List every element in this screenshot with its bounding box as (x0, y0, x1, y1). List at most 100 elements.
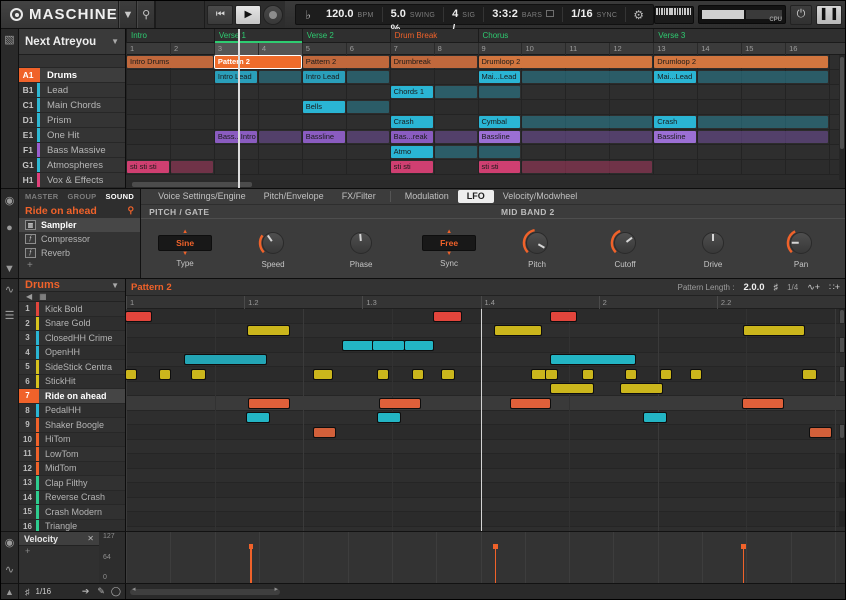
footer-grid-value[interactable]: 1/16 (36, 587, 52, 596)
parameter-pan[interactable]: Pan (757, 228, 845, 269)
swing-field[interactable]: 5.0 % SWING (383, 7, 445, 22)
note-event[interactable] (434, 312, 462, 321)
group-index[interactable]: H1 (19, 173, 37, 187)
arranger-clip[interactable]: Cymbal (479, 116, 521, 128)
note-event[interactable] (314, 370, 332, 379)
arranger-clip[interactable] (698, 131, 828, 143)
arranger-clip-row[interactable]: Bass...IntroBasslineBas...reakBasslineBa… (126, 130, 845, 145)
note-row[interactable] (126, 309, 845, 324)
note-event[interactable] (247, 413, 270, 422)
ruler-tick[interactable]: 1 (126, 296, 244, 309)
arranger-clip-row[interactable]: sti sti stisti stisti sti (126, 160, 845, 175)
knob-dial[interactable] (698, 228, 728, 258)
group-index[interactable]: E1 (19, 128, 37, 142)
arranger-clip[interactable]: Bassline (479, 131, 521, 143)
scope-tabs[interactable]: MASTER GROUP SOUND (19, 189, 140, 203)
arranger-clip-row[interactable]: Chords 1 (126, 85, 845, 100)
arrange-view-icon[interactable]: ▧ (4, 33, 14, 46)
arranger-clip-row[interactable]: Intro LeadIntro LeadMai...LeadMai...Lead (126, 70, 845, 85)
note-row[interactable] (126, 411, 845, 426)
arranger-clip[interactable]: Pattern 2 (303, 56, 389, 68)
parameter-sync[interactable]: ▲Free▼Sync (405, 229, 493, 268)
bar-number[interactable]: 4 (258, 43, 302, 55)
group-index[interactable]: G1 (19, 158, 37, 172)
arranger-clip[interactable] (522, 71, 652, 83)
decrement-icon[interactable]: ▼ (182, 251, 188, 257)
note-event[interactable] (378, 370, 388, 379)
note-event[interactable] (803, 370, 816, 379)
knob-dial[interactable] (346, 228, 376, 258)
browser-search-button[interactable]: ⚲ (137, 1, 155, 28)
note-event[interactable] (495, 326, 541, 335)
note-row[interactable] (126, 498, 845, 513)
note-event[interactable] (413, 370, 423, 379)
sound-row[interactable]: 7Ride on ahead (19, 389, 125, 404)
pattern-grid-value[interactable]: 1/4 (787, 283, 798, 292)
sound-name-field[interactable]: Ride on ahead ⚲ (19, 203, 140, 218)
arranger-clip[interactable] (435, 131, 477, 143)
note-event[interactable] (373, 341, 403, 350)
scope-tab-group[interactable]: GROUP (67, 192, 96, 201)
play-icon[interactable]: ▶ (235, 5, 261, 25)
note-event[interactable] (249, 399, 289, 408)
bar-number[interactable]: 5 (302, 43, 346, 55)
tab-velocity-modwheel[interactable]: Velocity/Modwheel (494, 190, 587, 203)
position-field[interactable]: 3:3:2 BARS (484, 7, 563, 22)
arranger-clip[interactable] (522, 131, 652, 143)
note-row[interactable] (126, 396, 845, 411)
bar-number[interactable]: 12 (609, 43, 653, 55)
sampling-icon[interactable]: ∿ (5, 283, 14, 296)
arranger-clip-row[interactable]: Intro DrumsPattern 2Pattern 2DrumbreakDr… (126, 55, 845, 70)
sound-row[interactable]: 13Clap Filthy (19, 476, 125, 491)
bar-number[interactable]: 9 (478, 43, 522, 55)
arranger-clip[interactable] (347, 101, 389, 113)
note-event[interactable] (378, 413, 401, 422)
tempo-field[interactable]: 120.0 BPM (318, 7, 383, 22)
note-event[interactable] (626, 370, 636, 379)
scene-marker[interactable]: Drum Break (390, 29, 478, 43)
quantize-field[interactable]: 1/16 SYNC (563, 7, 626, 22)
velocity-graph[interactable] (126, 532, 845, 583)
scene-marker[interactable]: Verse 1 (214, 29, 302, 43)
arranger-group-row[interactable]: B1Lead (19, 83, 125, 98)
arranger-clip[interactable]: sti sti (391, 161, 433, 173)
note-event[interactable] (551, 355, 635, 364)
arranger-clip[interactable]: sti sti sti (127, 161, 169, 173)
bar-number[interactable]: 6 (346, 43, 390, 55)
sound-row[interactable]: 6StickHit (19, 375, 125, 390)
macro-icon[interactable]: ◉ (5, 536, 15, 549)
arranger-clip[interactable] (171, 161, 213, 173)
note-row[interactable] (126, 512, 845, 527)
arranger-clip-row[interactable]: Atmo (126, 145, 845, 160)
bar-number[interactable]: 8 (434, 43, 478, 55)
mini-keyboard-icon[interactable] (654, 6, 694, 24)
pattern-playhead[interactable] (481, 309, 483, 531)
grid-hash-icon[interactable]: ♯ (774, 282, 779, 292)
arranger-clip[interactable] (259, 71, 301, 83)
note-event[interactable] (126, 312, 151, 321)
scope-tab-sound[interactable]: SOUND (105, 192, 134, 201)
note-event[interactable] (621, 384, 662, 393)
note-event[interactable] (192, 370, 205, 379)
note-event[interactable] (551, 384, 592, 393)
note-event[interactable] (126, 370, 136, 379)
arranger-clip[interactable]: Chords 1 (391, 86, 433, 98)
arranger-group-row[interactable]: H1Vox & Effects (19, 173, 125, 188)
tab-lfo[interactable]: LFO (458, 190, 494, 203)
note-row[interactable] (126, 324, 845, 339)
note-row[interactable] (126, 469, 845, 484)
automation-icon[interactable]: ∿ (5, 563, 14, 576)
pattern-ruler[interactable]: 11.21.31.422.2 (126, 296, 845, 309)
sound-row[interactable]: 15Crash Modern (19, 505, 125, 520)
add-automation-button[interactable]: + (19, 546, 99, 558)
arranger-group-row[interactable]: C1Main Chords (19, 98, 125, 113)
arranger-group-row[interactable]: F1Bass Massive (19, 143, 125, 158)
arranger-clip[interactable]: Atmo (391, 146, 433, 158)
arranger-clip[interactable] (347, 131, 389, 143)
arranger-clip[interactable]: Bassline (654, 131, 696, 143)
note-event[interactable] (160, 370, 170, 379)
arranger-hscrollbar[interactable] (126, 180, 845, 188)
arranger-vscrollbar[interactable] (839, 55, 845, 188)
note-event[interactable] (744, 326, 804, 335)
arranger-clip[interactable]: Pattern 2 (215, 56, 301, 68)
